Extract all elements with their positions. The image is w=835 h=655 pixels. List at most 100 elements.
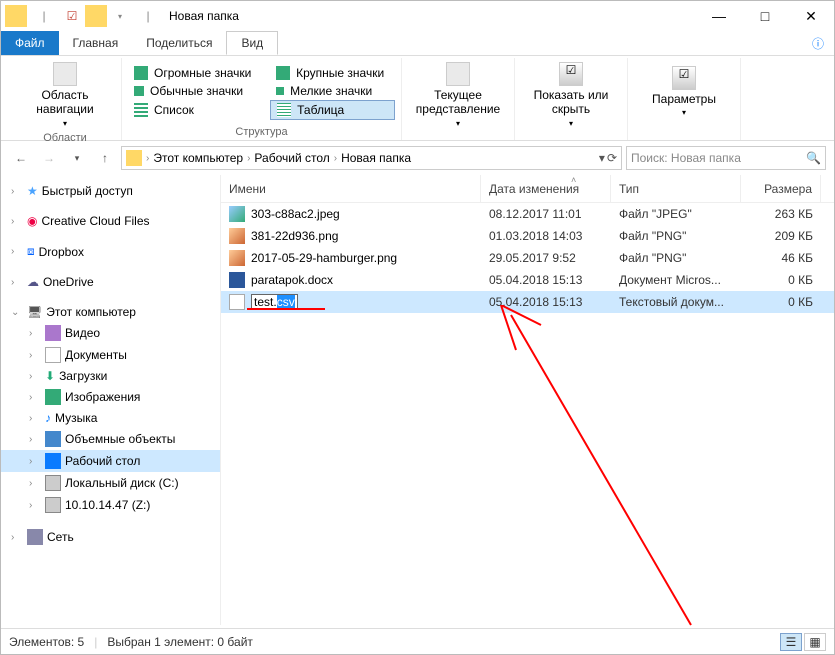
view-large[interactable]: Крупные значки <box>270 64 395 82</box>
window-controls: — □ ✕ <box>696 1 834 31</box>
sidebar-label: Документы <box>65 348 127 362</box>
sidebar-item-music[interactable]: ›♪Музыка <box>1 408 220 428</box>
properties-icon[interactable]: ☑ <box>61 5 83 27</box>
sidebar-item-desktop[interactable]: ›Рабочий стол <box>1 450 220 472</box>
tab-view[interactable]: Вид <box>226 31 278 55</box>
sidebar-label: Локальный диск (C:) <box>65 476 179 490</box>
column-type[interactable]: Тип <box>611 175 741 202</box>
tab-file[interactable]: Файл <box>1 31 59 55</box>
disk-icon <box>45 475 61 491</box>
view-list[interactable]: Список <box>128 101 262 119</box>
tab-share[interactable]: Поделиться <box>132 31 226 55</box>
refresh-icon[interactable]: ⟳ <box>607 151 617 165</box>
column-date[interactable]: Дата изменения <box>481 175 611 202</box>
file-row[interactable]: 303-c88ac2.jpeg 08.12.2017 11:01 Файл "J… <box>221 203 834 225</box>
column-headers: Имени Дата изменения Тип Размера <box>221 175 834 203</box>
folder-icon <box>126 150 142 166</box>
qat-dropdown-icon[interactable]: ▾ <box>109 5 131 27</box>
dropbox-icon: ⧈ <box>27 244 35 259</box>
pc-icon: 🖥 <box>27 305 42 319</box>
breadcrumb-folder[interactable]: Новая папка <box>341 151 411 165</box>
search-placeholder: Поиск: Новая папка <box>631 151 741 165</box>
file-row[interactable]: paratapok.docx 05.04.2018 15:13 Документ… <box>221 269 834 291</box>
file-row[interactable]: 381-22d936.png 01.03.2018 14:03 Файл "PN… <box>221 225 834 247</box>
chevron-right-icon[interactable]: › <box>146 153 149 164</box>
sidebar-item-video[interactable]: ›Видео <box>1 322 220 344</box>
sidebar-item-dropbox[interactable]: ›⧈Dropbox <box>1 241 220 262</box>
sidebar-label: Изображения <box>65 390 140 404</box>
tab-home[interactable]: Главная <box>59 31 133 55</box>
search-input[interactable]: Поиск: Новая папка 🔍 <box>626 146 826 170</box>
ribbon-group-current-view: Текущее представление ▾ <box>402 58 515 140</box>
view-extra-large[interactable]: Огромные значки <box>128 64 262 82</box>
image-icon <box>229 228 245 244</box>
ribbon-group-show-hide: ☑ Показать или скрыть▾ <box>515 58 628 140</box>
view-small[interactable]: Мелкие значки <box>270 82 395 100</box>
sidebar-label: Быстрый доступ <box>42 184 133 198</box>
sidebar-item-images[interactable]: ›Изображения <box>1 386 220 408</box>
sidebar-item-local-disk[interactable]: ›Локальный диск (C:) <box>1 472 220 494</box>
show-hide-button[interactable]: ☑ Показать или скрыть▾ <box>521 58 621 132</box>
rename-selection: csv <box>277 295 295 309</box>
options-button[interactable]: ☑ Параметры▾ <box>634 62 734 122</box>
view-label: Огромные значки <box>154 66 251 80</box>
sort-indicator-icon: ˄ <box>571 175 576 185</box>
sidebar-label: Загрузки <box>59 369 107 383</box>
qat-separator: | <box>33 5 55 27</box>
up-button[interactable]: ↑ <box>93 146 117 170</box>
sidebar-item-this-pc[interactable]: ⌄🖥Этот компьютер <box>1 302 220 322</box>
sidebar-item-documents[interactable]: ›Документы <box>1 344 220 366</box>
current-view-label: Текущее представление <box>410 88 506 117</box>
view-thumbnails-button[interactable]: ▦ <box>804 633 826 651</box>
file-size: 0 КБ <box>741 295 821 309</box>
close-button[interactable]: ✕ <box>788 1 834 31</box>
column-name[interactable]: Имени <box>221 175 481 202</box>
sidebar-item-network[interactable]: ›Сеть <box>1 526 220 548</box>
view-details-button[interactable]: ☰ <box>780 633 802 651</box>
file-row[interactable]: 2017-05-29-hamburger.png 29.05.2017 9:52… <box>221 247 834 269</box>
annotation-arrow <box>481 305 741 645</box>
chevron-right-icon[interactable]: › <box>247 153 250 164</box>
navigation-pane-button[interactable]: Область навигации ▾ <box>15 58 115 132</box>
recent-dropdown[interactable]: ▾ <box>65 146 89 170</box>
sidebar-item-network-drive[interactable]: ›10.10.14.47 (Z:) <box>1 494 220 516</box>
titlebar: | ☑ ▾ | Новая папка — □ ✕ <box>1 1 834 31</box>
help-icon[interactable]: ⓘ <box>802 31 834 55</box>
sidebar-item-downloads[interactable]: ›⬇Загрузки <box>1 366 220 386</box>
file-date: 08.12.2017 11:01 <box>481 207 611 221</box>
view-medium[interactable]: Обычные значки <box>128 82 262 100</box>
address-dropdown-icon[interactable]: ▾ <box>599 151 605 165</box>
forward-button[interactable]: → <box>37 146 61 170</box>
back-button[interactable]: ← <box>9 146 33 170</box>
sidebar-item-onedrive[interactable]: ›☁OneDrive <box>1 272 220 292</box>
address-bar[interactable]: › Этот компьютер › Рабочий стол › Новая … <box>121 146 622 170</box>
status-bar: Элементов: 5 | Выбран 1 элемент: 0 байт … <box>1 628 834 654</box>
new-folder-icon[interactable] <box>85 5 107 27</box>
sidebar-item-creative-cloud[interactable]: ›◉Creative Cloud Files <box>1 211 220 231</box>
file-type: Текстовый докум... <box>611 295 741 309</box>
view-label: Мелкие значки <box>290 84 372 98</box>
sidebar-label: Рабочий стол <box>65 454 140 468</box>
maximize-button[interactable]: □ <box>742 1 788 31</box>
minimize-button[interactable]: — <box>696 1 742 31</box>
current-view-button[interactable]: Текущее представление ▾ <box>408 58 508 132</box>
file-type: Документ Micros... <box>611 273 741 287</box>
sidebar-item-3d-objects[interactable]: ›Объемные объекты <box>1 428 220 450</box>
downloads-icon: ⬇ <box>45 369 55 383</box>
file-name: 381-22d936.png <box>251 229 338 243</box>
sidebar-label: OneDrive <box>43 275 94 289</box>
breadcrumb-desktop[interactable]: Рабочий стол <box>254 151 329 165</box>
view-details[interactable]: Таблица <box>270 100 395 120</box>
chevron-right-icon[interactable]: › <box>334 153 337 164</box>
images-icon <box>45 389 61 405</box>
sidebar-item-quick-access[interactable]: ›★Быстрый доступ <box>1 181 220 201</box>
column-size[interactable]: Размера <box>741 175 821 202</box>
file-date: 05.04.2018 15:13 <box>481 273 611 287</box>
navigation-pane-icon <box>53 62 77 86</box>
chevron-down-icon: ▾ <box>456 119 460 129</box>
breadcrumb-pc[interactable]: Этот компьютер <box>153 151 243 165</box>
ribbon: Область навигации ▾ Области Огромные зна… <box>1 56 834 141</box>
file-size: 263 КБ <box>741 207 821 221</box>
file-list[interactable]: ˄ Имени Дата изменения Тип Размера 303-c… <box>221 175 834 625</box>
search-icon[interactable]: 🔍 <box>806 151 821 165</box>
